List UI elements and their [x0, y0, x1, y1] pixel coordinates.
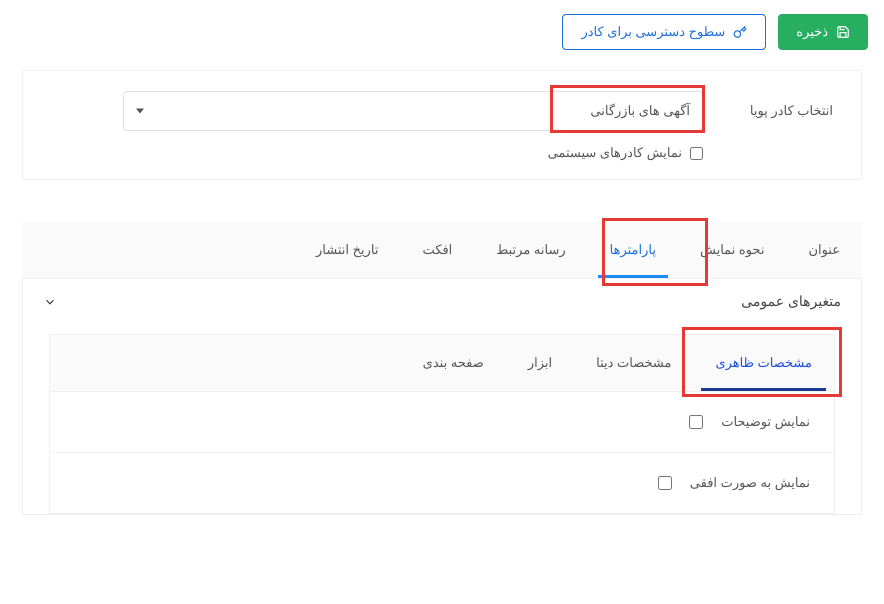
tab-display-mode[interactable]: نحوه نمایش [678, 222, 786, 278]
card-header[interactable]: متغیرهای عمومی [23, 279, 861, 324]
inner-tab-label: ابزار [528, 355, 552, 370]
tab-effect[interactable]: افکت [401, 222, 475, 278]
show-system-checkbox-row[interactable]: نمایش کادرهای سیستمی [51, 145, 703, 161]
inner-tab-tool[interactable]: ابزار [506, 335, 574, 391]
chevron-down-icon [43, 295, 57, 309]
option-checkbox[interactable] [658, 476, 672, 490]
tab-related-media[interactable]: رسانه مرتبط [474, 222, 587, 278]
tab-label: نحوه نمایش [700, 242, 764, 257]
inner-tab-appearance[interactable]: مشخصات ظاهری [693, 335, 834, 391]
inner-tab-label: مشخصات دیتا [596, 355, 671, 370]
select-value: آگهی های بازرگانی [590, 103, 690, 119]
main-tabs: عنوان نحوه نمایش پارامترها رسانه مرتبط ا… [22, 222, 862, 278]
dynamic-box-select[interactable]: آگهی های بازرگانی [123, 91, 703, 131]
select-wrap: آگهی های بازرگانی [123, 91, 703, 131]
select-label: انتخاب کادر پویا [733, 103, 833, 119]
parameters-card: متغیرهای عمومی مشخصات ظاهری مشخصات دیتا … [22, 278, 862, 515]
inner-tabs: مشخصات ظاهری مشخصات دیتا ابزار صفحه بندی [49, 334, 835, 392]
show-system-checkbox-label: نمایش کادرهای سیستمی [548, 145, 682, 161]
inner-tab-data-spec[interactable]: مشخصات دیتا [574, 335, 693, 391]
tab-label: افکت [423, 242, 453, 257]
field-row: انتخاب کادر پویا آگهی های بازرگانی [51, 91, 833, 131]
dynamic-box-select-panel: انتخاب کادر پویا آگهی های بازرگانی نمایش… [22, 70, 862, 180]
save-button-label: ذخیره [796, 24, 828, 40]
tab-label: عنوان [808, 242, 840, 257]
tab-parameters[interactable]: پارامترها [588, 222, 678, 278]
options-list: نمایش توضیحات نمایش به صورت افقی [49, 392, 835, 514]
key-icon [733, 25, 747, 39]
inner-tab-label: صفحه بندی [423, 355, 484, 370]
option-show-description[interactable]: نمایش توضیحات [50, 392, 834, 453]
option-label: نمایش به صورت افقی [690, 475, 810, 491]
save-button[interactable]: ذخیره [778, 14, 868, 50]
tab-label: تاریخ انتشار [316, 242, 378, 257]
tab-label: پارامترها [610, 242, 656, 257]
option-checkbox[interactable] [689, 415, 703, 429]
inner-tab-label: مشخصات ظاهری [715, 355, 812, 370]
card-title: متغیرهای عمومی [741, 293, 841, 310]
access-levels-button[interactable]: سطوح دسترسی برای کادر [562, 14, 766, 50]
save-icon [836, 25, 850, 39]
show-system-checkbox[interactable] [690, 147, 703, 160]
option-label: نمایش توضیحات [721, 414, 810, 430]
tab-title[interactable]: عنوان [786, 222, 862, 278]
access-levels-label: سطوح دسترسی برای کادر [581, 24, 725, 40]
top-toolbar: ذخیره سطوح دسترسی برای کادر [0, 0, 884, 64]
tab-label: رسانه مرتبط [496, 242, 565, 257]
chevron-down-icon [136, 109, 144, 114]
tab-publish-date[interactable]: تاریخ انتشار [294, 222, 400, 278]
inner-tab-pagination[interactable]: صفحه بندی [401, 335, 506, 391]
option-show-horizontal[interactable]: نمایش به صورت افقی [50, 453, 834, 513]
